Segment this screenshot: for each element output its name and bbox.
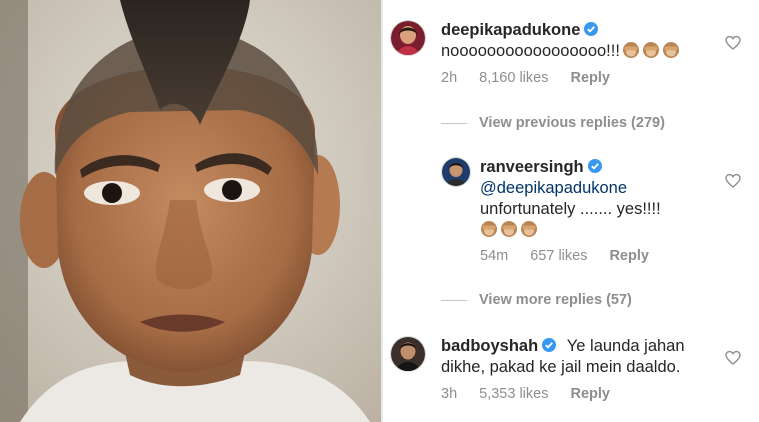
verified-badge-icon (584, 22, 599, 36)
reply-button[interactable]: Reply (570, 70, 610, 86)
thread-line (441, 299, 467, 301)
reply-button[interactable]: Reply (570, 386, 610, 402)
see-no-evil-monkey-icon (521, 221, 537, 237)
see-no-evil-monkey-icon (481, 221, 497, 237)
comment-meta: 3h 5,353 likes Reply (441, 386, 610, 402)
avatar[interactable] (441, 157, 471, 187)
see-no-evil-monkey-icon (642, 42, 659, 58)
view-more-replies-button[interactable]: View more replies (57) (441, 292, 632, 308)
like-heart-icon[interactable] (725, 173, 741, 189)
comment-username[interactable]: badboyshah (441, 337, 538, 355)
reply-button[interactable]: Reply (609, 248, 649, 264)
comment-text: unfortunately ....... yes!!!! (480, 200, 661, 218)
post-photo (0, 0, 381, 422)
comment-time[interactable]: 54m (480, 248, 508, 264)
mention-link[interactable]: @deepikapadukone (480, 179, 627, 197)
comment-text: nooooooooooooooooo!!! (441, 42, 620, 60)
see-no-evil-monkey-icon (622, 42, 639, 58)
comment-text-line2: dikhe, pakad ke jail mein daaldo. (441, 358, 681, 376)
comment-username[interactable]: deepikapadukone (441, 21, 580, 39)
comment-meta: 2h 8,160 likes Reply (441, 70, 610, 86)
verified-badge-icon (587, 159, 602, 173)
view-previous-replies-label: View previous replies (279) (479, 115, 665, 131)
comment-likes[interactable]: 8,160 likes (479, 70, 548, 86)
comment-likes[interactable]: 657 likes (530, 248, 587, 264)
comment-time[interactable]: 2h (441, 70, 457, 86)
comment-time[interactable]: 3h (441, 386, 457, 402)
thread-line (441, 122, 467, 124)
comment-meta: 54m 657 likes Reply (480, 248, 649, 264)
avatar[interactable] (390, 336, 426, 372)
see-no-evil-monkey-icon (501, 221, 517, 237)
see-no-evil-monkey-icon (662, 42, 679, 58)
verified-badge-icon (542, 338, 557, 352)
avatar[interactable] (390, 20, 426, 56)
like-heart-icon[interactable] (725, 350, 741, 366)
boy-portrait-image (0, 0, 381, 422)
view-more-replies-label: View more replies (57) (479, 292, 632, 308)
like-heart-icon[interactable] (725, 35, 741, 51)
comment-likes[interactable]: 5,353 likes (479, 386, 548, 402)
comment-text-line1: Ye launda jahan (566, 337, 685, 355)
view-previous-replies-button[interactable]: View previous replies (279) (441, 115, 665, 131)
comments-panel: deepikapadukone nooooooooooooooooo!!! 2h… (383, 0, 759, 422)
comment-username[interactable]: ranveersingh (480, 158, 584, 176)
